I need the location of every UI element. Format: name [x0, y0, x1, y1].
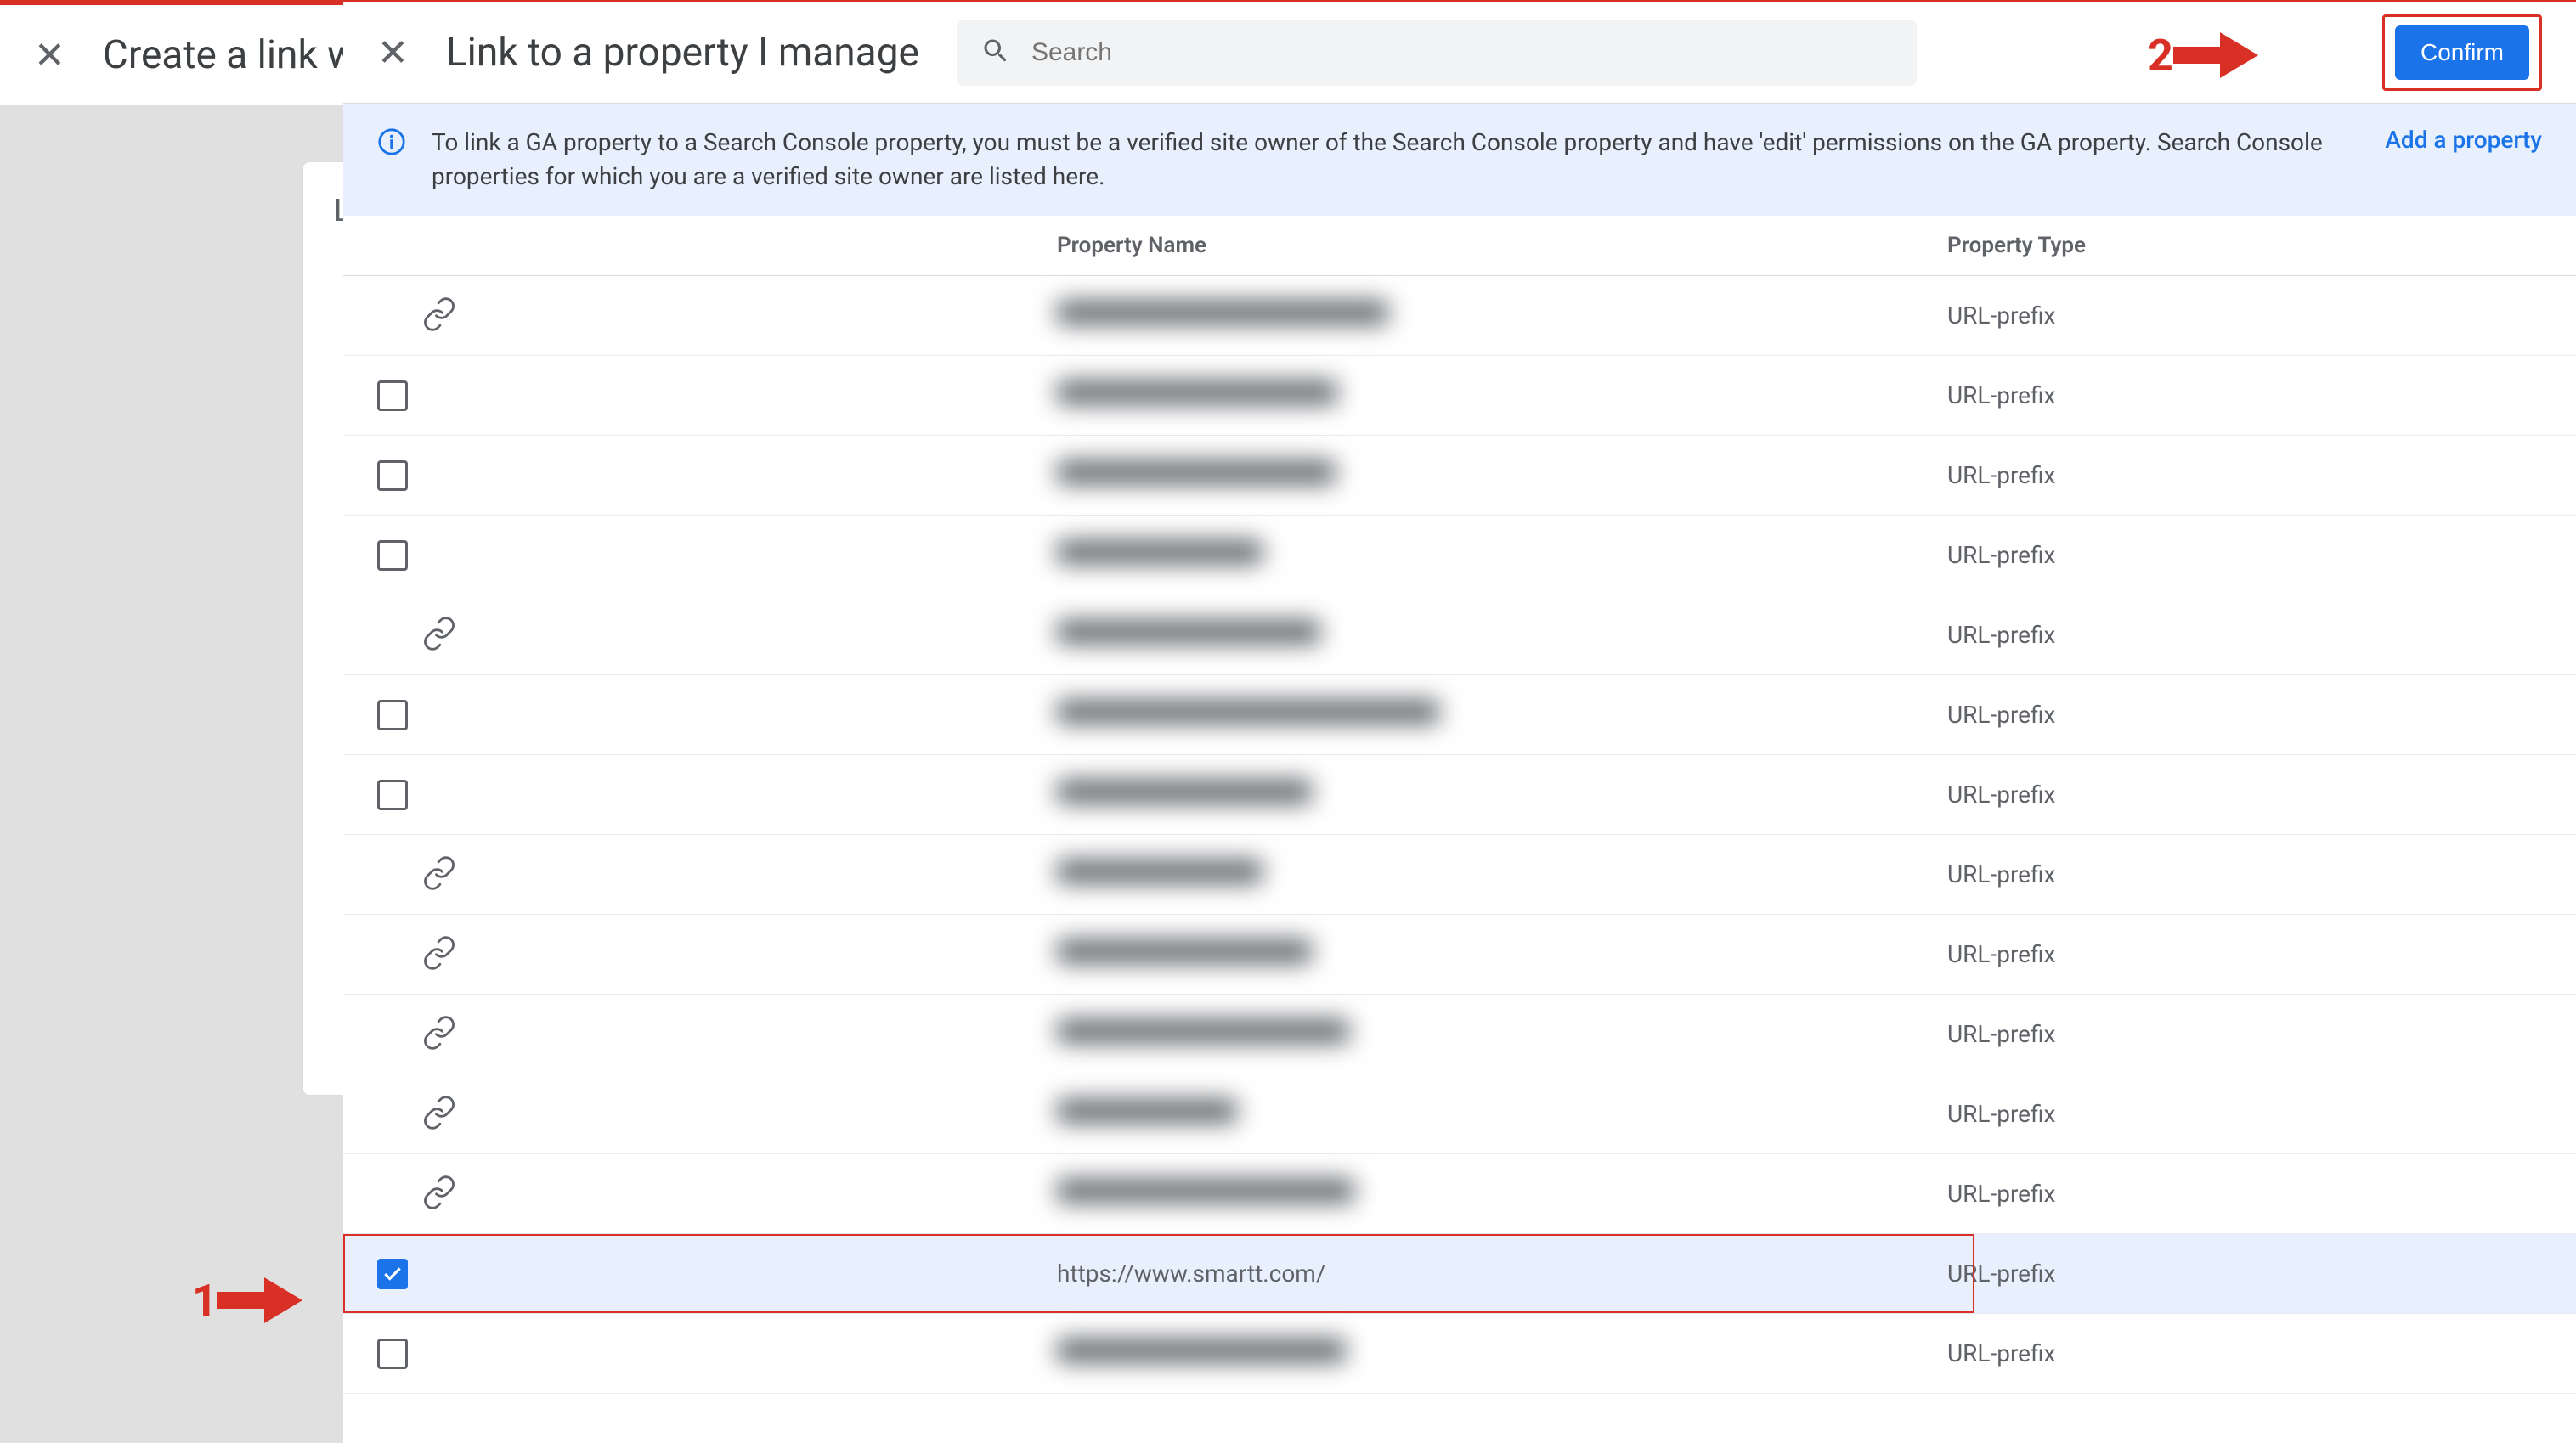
table-row[interactable]: URL-prefix — [343, 1314, 2576, 1394]
table-row[interactable]: URL-prefix — [343, 1154, 2576, 1234]
link-icon — [377, 616, 457, 655]
property-type-cell: URL-prefix — [1947, 381, 2542, 409]
table-row[interactable]: URL-prefix — [343, 835, 2576, 915]
background-title: Create a link w — [103, 32, 357, 78]
property-type-cell: URL-prefix — [1947, 541, 2542, 569]
table-row[interactable]: URL-prefix — [343, 995, 2576, 1074]
property-name-cell — [1057, 301, 1947, 330]
checkbox[interactable] — [377, 460, 408, 491]
table-row[interactable]: URL-prefix — [343, 595, 2576, 675]
property-name-cell — [1057, 380, 1947, 410]
table-row[interactable]: https://www.smartt.com/URL-prefix — [343, 1234, 2576, 1314]
info-text: To link a GA property to a Search Consol… — [432, 126, 2385, 194]
property-name-cell — [1057, 540, 1947, 570]
confirm-highlight: Confirm — [2382, 14, 2542, 91]
property-name-cell — [1057, 700, 1947, 730]
property-type-cell: URL-prefix — [1947, 1339, 2542, 1367]
link-icon — [377, 1015, 457, 1054]
search-input[interactable] — [1031, 38, 1893, 67]
annotation-2: 2 — [2148, 25, 2258, 85]
column-type-header: Property Type — [1947, 233, 2542, 258]
column-name-header: Property Name — [1057, 233, 1947, 258]
close-icon[interactable]: ✕ — [377, 31, 409, 75]
info-icon — [377, 127, 406, 160]
property-name-cell — [1057, 780, 1947, 809]
annotation-1: 1 — [192, 1271, 302, 1330]
property-name-cell — [1057, 460, 1947, 490]
checkbox[interactable] — [377, 700, 408, 730]
confirm-button[interactable]: Confirm — [2395, 25, 2529, 80]
table-body: URL-prefix URL-prefix URL-prefix URL-prefix… — [343, 276, 2576, 1394]
table-row[interactable]: URL-prefix — [343, 276, 2576, 356]
link-icon — [377, 1175, 457, 1214]
property-name-cell: https://www.smartt.com/ — [1057, 1260, 1947, 1288]
checkbox[interactable] — [377, 1259, 408, 1289]
table-row[interactable]: URL-prefix — [343, 915, 2576, 995]
property-name-cell — [1057, 1099, 1947, 1129]
property-type-cell: URL-prefix — [1947, 701, 2542, 729]
checkbox[interactable] — [377, 540, 408, 571]
table-row[interactable]: URL-prefix — [343, 436, 2576, 516]
property-name-cell — [1057, 860, 1947, 889]
property-type-cell: URL-prefix — [1947, 1260, 2542, 1288]
property-name-cell — [1057, 620, 1947, 650]
property-type-cell: URL-prefix — [1947, 860, 2542, 888]
property-type-cell: URL-prefix — [1947, 1100, 2542, 1128]
link-property-panel: ✕ Link to a property I manage Confirm To… — [343, 2, 2576, 1443]
search-container[interactable] — [957, 20, 1917, 86]
checkbox[interactable] — [377, 780, 408, 810]
checkbox[interactable] — [377, 1339, 408, 1369]
info-banner: To link a GA property to a Search Consol… — [343, 104, 2576, 216]
property-type-cell: URL-prefix — [1947, 302, 2542, 330]
table-row[interactable]: URL-prefix — [343, 516, 2576, 595]
property-type-cell: URL-prefix — [1947, 940, 2542, 968]
close-icon[interactable]: ✕ — [34, 33, 65, 77]
property-type-cell: URL-prefix — [1947, 461, 2542, 489]
property-type-cell: URL-prefix — [1947, 1020, 2542, 1048]
table-row[interactable]: URL-prefix — [343, 755, 2576, 835]
link-icon — [377, 855, 457, 894]
property-name-cell — [1057, 1019, 1947, 1049]
property-name-cell — [1057, 1179, 1947, 1209]
property-type-cell: URL-prefix — [1947, 621, 2542, 649]
property-name-cell — [1057, 939, 1947, 969]
link-icon — [377, 1095, 457, 1134]
table-row[interactable]: URL-prefix — [343, 1074, 2576, 1154]
table-row[interactable]: URL-prefix — [343, 356, 2576, 436]
property-name-cell — [1057, 1339, 1947, 1368]
add-property-link[interactable]: Add a property — [2385, 126, 2542, 154]
table-row[interactable]: URL-prefix — [343, 675, 2576, 755]
property-type-cell: URL-prefix — [1947, 1180, 2542, 1208]
checkbox[interactable] — [377, 380, 408, 411]
link-icon — [377, 296, 457, 335]
search-icon — [980, 36, 1011, 70]
property-type-cell: URL-prefix — [1947, 781, 2542, 809]
table-header: Property Name Property Type — [343, 216, 2576, 276]
link-icon — [377, 935, 457, 974]
panel-title: Link to a property I manage — [446, 30, 919, 76]
